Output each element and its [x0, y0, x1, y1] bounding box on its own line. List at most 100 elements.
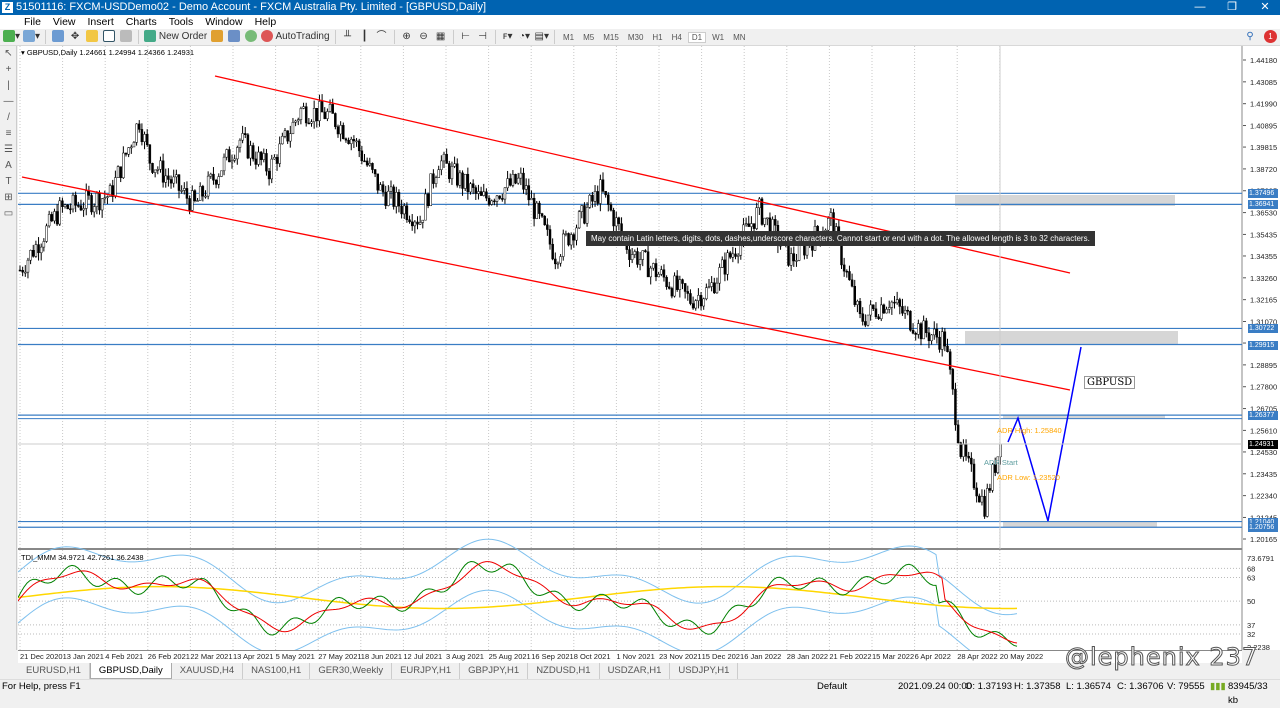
signals-button[interactable]: [227, 30, 241, 44]
zoom-in-button[interactable]: ⊕: [400, 30, 414, 44]
candlestick-button[interactable]: ┃: [358, 30, 372, 44]
label-tool[interactable]: T: [0, 174, 17, 190]
price-tick-label: 1.40895: [1250, 122, 1277, 131]
navigator-button[interactable]: [85, 30, 99, 44]
tab-usdjpy-h1[interactable]: USDJPY,H1: [670, 663, 739, 679]
cursor-tool[interactable]: ↖: [0, 46, 17, 62]
indicators-button[interactable]: ꜰ▾: [501, 30, 515, 44]
tab-nas100-h1[interactable]: NAS100,H1: [243, 663, 311, 679]
rectangle-tool[interactable]: ▭: [0, 206, 17, 222]
tab-nzdusd-h1[interactable]: NZDUSD,H1: [528, 663, 600, 679]
candle-body: [156, 169, 160, 171]
templates-button[interactable]: ▤▾: [535, 30, 549, 44]
market-button[interactable]: [244, 30, 258, 44]
candle-body: [588, 195, 591, 208]
candle-body: [69, 208, 72, 211]
menu-tools[interactable]: Tools: [163, 16, 200, 28]
timeframe-w1[interactable]: W1: [709, 33, 727, 42]
timeframe-h1[interactable]: H1: [649, 33, 665, 42]
shapes-tool[interactable]: ⊞: [0, 190, 17, 206]
candle-body: [562, 233, 565, 257]
tab-eurusd-h1[interactable]: EURUSD,H1: [18, 663, 90, 679]
timeframe-h4[interactable]: H4: [669, 33, 685, 42]
menu-charts[interactable]: Charts: [120, 16, 163, 28]
candle-body: [601, 179, 605, 192]
new-order-button[interactable]: New Order: [144, 30, 207, 44]
autoscroll-button[interactable]: ⊣: [476, 30, 490, 44]
strategy-tester-button[interactable]: [119, 30, 133, 44]
candle-body: [697, 295, 700, 301]
candle-body: [986, 488, 989, 517]
tile-windows-button[interactable]: ▦: [434, 30, 448, 44]
timeframe-m5[interactable]: M5: [580, 33, 597, 42]
chart-shift-button[interactable]: ⊢: [459, 30, 473, 44]
date-label: 21 Dec 2020: [20, 652, 63, 661]
periods-button[interactable]: ◔▾: [518, 30, 532, 44]
candle-body: [159, 160, 162, 170]
candle-body: [681, 279, 684, 284]
candle-body: [432, 173, 435, 184]
tab-eurjpy-h1[interactable]: EURJPY,H1: [392, 663, 461, 679]
horizontal-line-tool[interactable]: —: [0, 94, 17, 110]
candle-body: [193, 190, 197, 202]
candle-body: [660, 269, 663, 275]
tab-usdzar-h1[interactable]: USDZAR,H1: [600, 663, 671, 679]
candle-body: [893, 301, 896, 304]
restore-button[interactable]: ❐: [1217, 0, 1247, 15]
candle-body: [302, 106, 305, 109]
vertical-line-tool[interactable]: |: [0, 78, 17, 94]
candle-body: [638, 259, 642, 265]
candle-body: [291, 122, 295, 134]
search-icon[interactable]: ⚲: [1243, 30, 1257, 44]
candle-body: [339, 125, 342, 135]
tab-gbpjpy-h1[interactable]: GBPJPY,H1: [460, 663, 529, 679]
candle-body: [230, 160, 234, 163]
zoom-out-button[interactable]: ⊖: [417, 30, 431, 44]
minimize-button[interactable]: —: [1185, 0, 1215, 15]
new-chart-button[interactable]: ▾: [3, 30, 20, 44]
menu-file[interactable]: File: [18, 16, 47, 28]
candle-body: [334, 113, 337, 127]
candle-body: [50, 214, 54, 222]
crosshair-tool[interactable]: +: [0, 62, 17, 78]
timeframe-mn[interactable]: MN: [730, 33, 748, 42]
timeframe-m15[interactable]: M15: [600, 33, 622, 42]
menu-view[interactable]: View: [47, 16, 82, 28]
candle-body: [861, 313, 864, 322]
candle-body: [766, 217, 769, 220]
notification-icon[interactable]: 1: [1264, 30, 1277, 43]
tab-gbpusd-daily[interactable]: GBPUSD,Daily: [89, 663, 172, 679]
menu-help[interactable]: Help: [249, 16, 283, 28]
terminal-button[interactable]: [102, 30, 116, 44]
text-tool[interactable]: A: [0, 158, 17, 174]
menu-window[interactable]: Window: [199, 16, 248, 28]
candle-body: [895, 299, 899, 304]
chart-window[interactable]: 1.44180 1.43085 1.41990 1.40895 1.39815 1.387…: [18, 46, 1280, 650]
tab-ger30-weekly[interactable]: GER30,Weekly: [310, 663, 393, 679]
trendline-tool[interactable]: /: [0, 110, 17, 126]
menu-insert[interactable]: Insert: [82, 16, 120, 28]
candle-body: [956, 424, 960, 443]
timeframe-m1[interactable]: M1: [560, 33, 577, 42]
candle-body: [47, 214, 51, 227]
candle-body: [172, 176, 175, 184]
candle-body: [636, 251, 639, 265]
market-watch-button[interactable]: [51, 30, 65, 44]
timeframe-m30[interactable]: M30: [625, 33, 647, 42]
close-button[interactable]: ✕: [1250, 0, 1280, 15]
metaeditor-button[interactable]: [210, 30, 224, 44]
price-chart[interactable]: 1.44180 1.43085 1.41990 1.40895 1.39815 1.387…: [18, 46, 1280, 650]
candle-body: [882, 304, 886, 314]
data-window-button[interactable]: ✥: [68, 30, 82, 44]
line-chart-button[interactable]: ⌒: [375, 30, 389, 44]
fibonacci-tool[interactable]: ☰: [0, 142, 17, 158]
autotrading-button[interactable]: AutoTrading: [261, 30, 330, 44]
equidistant-channel-tool[interactable]: ≡: [0, 126, 17, 142]
timeframe-d1[interactable]: D1: [687, 31, 707, 43]
tab-xauusd-h4[interactable]: XAUUSD,H4: [172, 663, 244, 679]
candle-body: [657, 273, 660, 278]
bar-chart-button[interactable]: ╨: [341, 30, 355, 44]
profiles-button[interactable]: ▾: [23, 30, 40, 44]
symbol-label[interactable]: GBPUSD: [1084, 376, 1136, 389]
candle-body: [644, 250, 647, 252]
